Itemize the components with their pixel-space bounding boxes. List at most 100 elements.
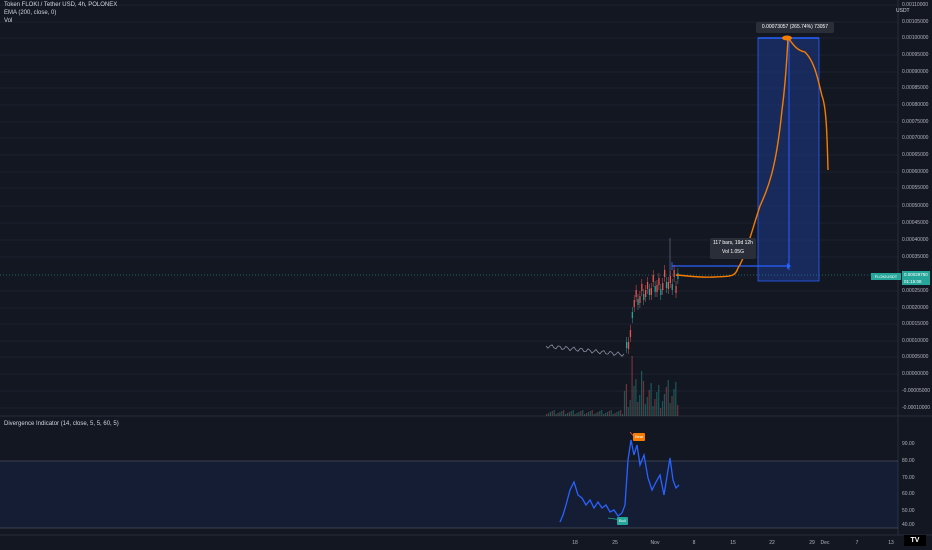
date-tick-label: Dec xyxy=(820,540,830,546)
candle xyxy=(650,288,652,295)
ema-legend: EMA (200, close, 0) xyxy=(4,9,57,16)
candle xyxy=(631,312,633,318)
volume-bar xyxy=(604,413,607,416)
volume-bar xyxy=(623,391,626,416)
candle xyxy=(671,284,673,290)
candle xyxy=(626,342,628,348)
volume-bar xyxy=(593,414,595,416)
volume-bar xyxy=(608,411,610,416)
volume-bar xyxy=(646,397,648,416)
candle xyxy=(641,284,643,291)
volume-bar xyxy=(629,400,631,416)
volume-bar xyxy=(618,411,620,416)
price-tick-label: 0.00100000 xyxy=(902,35,929,41)
date-tick-label: 15 xyxy=(730,540,736,546)
volume-bar xyxy=(574,414,576,416)
projection-peak-marker xyxy=(782,35,792,41)
volume-bar xyxy=(572,410,574,416)
volume-bar xyxy=(665,387,667,416)
volume-bar xyxy=(595,413,597,416)
bar-countdown: 01:16:08 xyxy=(904,279,922,284)
volume-bar xyxy=(587,412,589,416)
symbol-price-tag: FLOKIUSDT xyxy=(871,273,901,280)
volume-bar xyxy=(648,390,650,416)
volume-bar xyxy=(639,395,641,416)
volume-bar xyxy=(612,414,614,416)
candle xyxy=(645,290,647,297)
candle xyxy=(658,278,660,285)
oscillator-tick-label: 90.00 xyxy=(902,441,915,447)
volume-bar xyxy=(565,414,567,416)
oscillator-tick-label: 80.00 xyxy=(902,458,915,464)
volume-bar xyxy=(570,411,572,416)
current-price-value: 0.00029750 xyxy=(904,272,928,277)
volume-bar xyxy=(568,412,570,416)
oscillator-tick-label: 70.00 xyxy=(902,475,915,481)
candle xyxy=(662,283,664,290)
volume-bar xyxy=(566,413,569,416)
price-tick-label: 0.00000000 xyxy=(902,371,929,377)
candle xyxy=(633,300,635,307)
volume-bar xyxy=(642,381,645,416)
volume-bar xyxy=(549,412,551,416)
oscillator-tick-label: 60.00 xyxy=(902,491,915,497)
price-tick-label: 0.00065000 xyxy=(902,152,929,158)
range-measure-label: 117 bars, 19d 12h Vol 1.05G xyxy=(710,238,756,259)
chart-canvas[interactable] xyxy=(0,0,932,550)
chart-legend: Token FLOKI / Tether USD, 4h, POLONEX EM… xyxy=(4,2,117,25)
candle xyxy=(673,270,675,277)
price-tick-label: 0.00080000 xyxy=(902,102,929,108)
volume-bar xyxy=(557,413,559,416)
price-tick-label: 0.00050000 xyxy=(902,203,929,209)
volume-bar xyxy=(559,412,561,416)
date-tick-label: 7 xyxy=(855,540,859,546)
candle xyxy=(654,286,656,292)
volume-bar xyxy=(627,407,629,416)
price-tick-label: 0.00105000 xyxy=(902,19,929,25)
date-tick-label: 25 xyxy=(612,540,618,546)
volume-bar xyxy=(553,410,555,416)
volume-bar xyxy=(589,411,591,416)
date-tick-label: 29 xyxy=(809,540,815,546)
date-tick-label: 13 xyxy=(888,540,894,546)
price-tick-label: 0.00110000 xyxy=(902,2,929,8)
volume-legend: Vol xyxy=(4,17,13,24)
volume-bar xyxy=(606,412,608,416)
candle xyxy=(639,296,641,303)
volume-bar xyxy=(658,385,660,416)
volume-bar xyxy=(561,411,563,416)
candle xyxy=(646,282,649,289)
price-tick-label: 0.00020000 xyxy=(902,305,929,311)
volume-bar xyxy=(551,411,553,416)
candle xyxy=(648,289,651,295)
date-tick-label: 18 xyxy=(572,540,578,546)
volume-bar xyxy=(591,410,593,416)
candle xyxy=(669,276,671,283)
volume-bar xyxy=(677,405,679,416)
volume-bar xyxy=(585,413,588,416)
price-tick-label: 0.00085000 xyxy=(902,85,929,91)
volume-bar xyxy=(663,394,665,416)
price-tick-label: 0.00010000 xyxy=(902,338,929,344)
volume-bar xyxy=(650,383,652,416)
candle xyxy=(635,290,637,297)
volume-bar xyxy=(667,380,669,416)
candle xyxy=(627,342,630,349)
candle xyxy=(629,330,632,337)
volume-bar xyxy=(625,384,627,416)
volume-bar xyxy=(555,414,557,416)
volume-bar xyxy=(641,371,643,416)
candle xyxy=(665,282,668,288)
date-tick-label: 22 xyxy=(769,540,775,546)
candle xyxy=(664,270,666,277)
volume-bar xyxy=(671,396,673,416)
volume-bar xyxy=(652,406,654,416)
volume-bar xyxy=(620,410,622,416)
volume-bar xyxy=(576,413,578,416)
tradingview-logo: TV xyxy=(904,535,926,546)
volume-bar xyxy=(582,410,584,416)
range-bars-text: 117 bars, 19d 12h xyxy=(713,240,753,246)
candle xyxy=(637,299,639,305)
candle xyxy=(660,289,662,295)
price-tick-label: 0.00015000 xyxy=(902,321,929,327)
